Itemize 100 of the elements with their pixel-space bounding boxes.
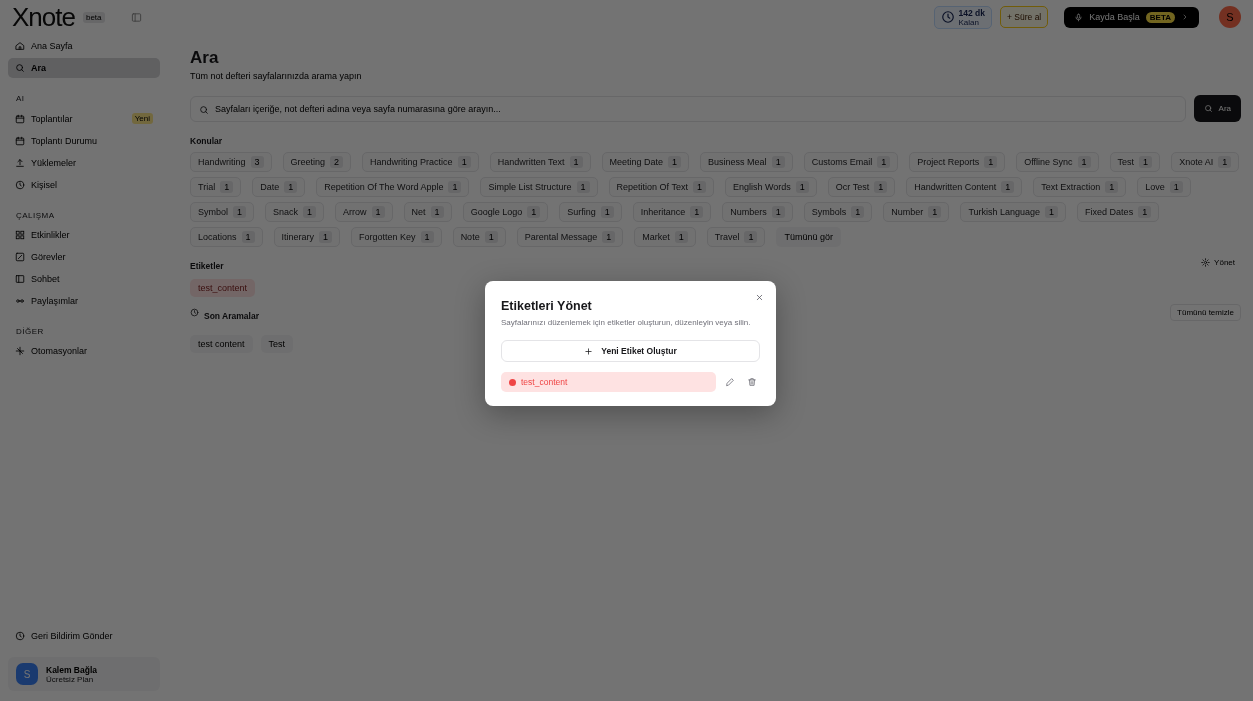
- topic-chip[interactable]: Text Extraction 1: [1033, 177, 1127, 197]
- settings-icon: [1201, 257, 1211, 267]
- topic-chip[interactable]: Repetition Of Text 1: [608, 177, 714, 197]
- topic-chip[interactable]: Google Logo 1: [462, 202, 549, 222]
- topic-chip[interactable]: Itinerary 1: [273, 227, 341, 247]
- count-badge: 1: [851, 206, 865, 218]
- create-tag-button[interactable]: Yeni Etiket Oluştur: [501, 340, 760, 363]
- count-badge: 1: [602, 231, 616, 243]
- count-badge: 1: [1001, 181, 1015, 193]
- dialog-title: Etiketleri Yönet: [501, 299, 593, 313]
- topic-chip[interactable]: English Words 1: [724, 177, 817, 197]
- topic-chip[interactable]: Repetition Of The Word Apple 1: [316, 177, 470, 197]
- page-subtitle: Tüm not defteri sayfalarınızda arama yapın: [190, 71, 363, 81]
- show-all-button[interactable]: Tümünü gör: [776, 227, 841, 247]
- topic-chip[interactable]: Inheritance 1: [632, 202, 712, 222]
- count-badge: 1: [795, 181, 809, 193]
- count-badge: 1: [674, 231, 688, 243]
- link-icon: [15, 296, 25, 306]
- topic-chip[interactable]: Fixed Dates 1: [1077, 202, 1160, 222]
- topic-chip[interactable]: Offline Sync 1: [1016, 152, 1099, 172]
- tag-chip[interactable]: test_content: [190, 279, 256, 297]
- search-field[interactable]: Sayfaları içeriğe, not defteri adına veya sayfa numarasına göre arayın...: [190, 95, 1186, 122]
- topic-chip[interactable]: Arrow 1: [335, 202, 393, 222]
- topic-chip[interactable]: Project Reports 1: [909, 152, 1006, 172]
- plus-icon: [584, 346, 594, 356]
- count-badge: 1: [457, 156, 471, 168]
- topic-chip[interactable]: Note 1: [452, 227, 506, 247]
- recent-search-chip[interactable]: test content: [190, 335, 253, 353]
- section-label: AI: [15, 93, 26, 105]
- record-button[interactable]: Kayda Başla BETA: [1064, 6, 1199, 28]
- topic-chip[interactable]: Date 1: [252, 177, 306, 197]
- count-badge: 1: [692, 181, 706, 193]
- count-badge: 1: [319, 231, 333, 243]
- topic-chip[interactable]: Symbol 1: [190, 202, 255, 222]
- nav-item[interactable]: Kişisel: [8, 175, 160, 195]
- recent-search-chip[interactable]: Test: [260, 335, 294, 353]
- topic-chip[interactable]: Handwriting 3: [190, 152, 272, 172]
- clock-icon: [15, 631, 25, 641]
- topic-chip[interactable]: Market 1: [634, 227, 696, 247]
- clock-icon: [190, 307, 199, 317]
- nav-item[interactable]: Otomasyonlar: [8, 341, 160, 361]
- manage-button[interactable]: Yönet: [1195, 256, 1241, 268]
- nav-item[interactable]: Görevler: [8, 247, 160, 267]
- topic-chip[interactable]: Business Meal 1: [700, 152, 793, 172]
- count-badge: 1: [744, 231, 758, 243]
- topic-chip[interactable]: Simple List Structure 1: [480, 177, 598, 197]
- tag-item: test_content: [501, 372, 716, 393]
- nav-item[interactable]: Etkinlikler: [8, 225, 160, 245]
- topic-chip[interactable]: Ocr Test 1: [827, 177, 896, 197]
- nav-item[interactable]: Toplantı Durumu: [8, 131, 160, 151]
- topic-chip[interactable]: Greeting 2: [282, 152, 352, 172]
- count-badge: 1: [241, 231, 255, 243]
- topic-chip[interactable]: Handwriting Practice 1: [362, 152, 479, 172]
- count-badge: 1: [771, 206, 785, 218]
- topic-chip[interactable]: Number 1: [883, 202, 950, 222]
- topic-chip[interactable]: Travel 1: [706, 227, 766, 247]
- section-label: ÇALIŞMA: [15, 210, 56, 222]
- nav-item[interactable]: Ana Sayfa: [8, 36, 160, 56]
- add-time-button[interactable]: + Süre al: [1000, 6, 1049, 28]
- nav-item[interactable]: Yüklemeler: [8, 153, 160, 173]
- count-badge: 1: [303, 206, 317, 218]
- nav-item[interactable]: Sohbet: [8, 269, 160, 289]
- nav-item[interactable]: Ara: [8, 58, 160, 78]
- clear-button[interactable]: Tümünü temizle: [1170, 303, 1241, 321]
- topic-chip[interactable]: Test 1: [1109, 152, 1161, 172]
- user-card[interactable]: S Kalem Bağla Ücretsiz Plan: [8, 657, 160, 691]
- topic-chip[interactable]: Net 1: [403, 202, 452, 222]
- user-avatar[interactable]: S: [1219, 6, 1241, 28]
- nav-item[interactable]: Paylaşımlar: [8, 291, 160, 311]
- home-icon: [15, 41, 25, 51]
- topic-chip[interactable]: Locations 1: [190, 227, 263, 247]
- count-badge: 1: [600, 206, 614, 218]
- topic-chip[interactable]: Forgotten Key 1: [351, 227, 442, 247]
- feedback-link[interactable]: Geri Bildirim Gönder: [8, 625, 160, 647]
- count-badge: 1: [448, 181, 462, 193]
- topic-chip[interactable]: Parental Message 1: [516, 227, 624, 247]
- topic-chip[interactable]: Xnote AI 1: [1171, 152, 1240, 172]
- chevron-icon: [1181, 13, 1189, 21]
- topic-chip[interactable]: Snack 1: [265, 202, 325, 222]
- app-logo[interactable]: Xnote: [12, 1, 75, 33]
- section-heading: Son Aramalar: [204, 311, 259, 321]
- topic-chip[interactable]: Turkish Language 1: [960, 202, 1067, 222]
- topic-chip[interactable]: Surfing 1: [559, 202, 622, 222]
- topic-chip[interactable]: Numbers 1: [722, 202, 793, 222]
- topic-chip[interactable]: Handwritten Content 1: [906, 177, 1023, 197]
- count-badge: 1: [284, 181, 298, 193]
- topic-chip[interactable]: Handwritten Text 1: [489, 152, 591, 172]
- topic-chip[interactable]: Love 1: [1137, 177, 1191, 197]
- new-badge: Yeni: [131, 113, 153, 124]
- count-badge: 2: [330, 156, 344, 168]
- count-badge: 1: [1077, 156, 1091, 168]
- minutes-widget[interactable]: 142 dk Kalan: [933, 5, 992, 29]
- topic-chip[interactable]: Symbols 1: [803, 202, 873, 222]
- nav-item[interactable]: Toplantılar Yeni: [8, 108, 160, 129]
- search-button[interactable]: Ara: [1193, 95, 1241, 122]
- dialog-description: Sayfalarınızı düzenlemek için etiketler oluşturun, düzenleyin veya silin.: [501, 317, 752, 329]
- topic-chip[interactable]: Trial 1: [190, 177, 242, 197]
- topic-chip[interactable]: Meeting Date 1: [601, 152, 690, 172]
- topic-chip[interactable]: Customs Email 1: [803, 152, 899, 172]
- pencil-icon: [725, 377, 735, 388]
